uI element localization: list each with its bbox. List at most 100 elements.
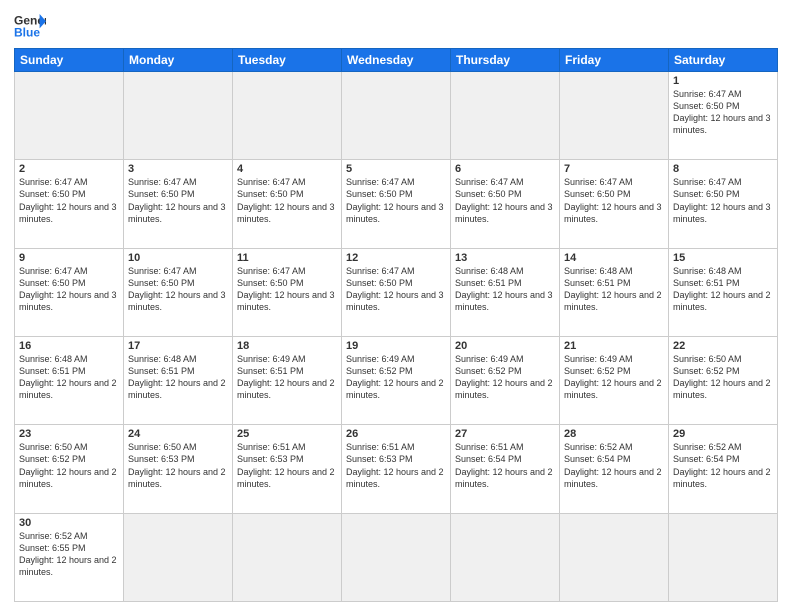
day-number: 24 — [128, 428, 228, 440]
day-info: Sunrise: 6:52 AMSunset: 6:55 PMDaylight:… — [19, 530, 119, 579]
weekday-header-tuesday: Tuesday — [233, 49, 342, 72]
calendar-week-5: 23Sunrise: 6:50 AMSunset: 6:52 PMDayligh… — [15, 425, 778, 513]
calendar-day: 10Sunrise: 6:47 AMSunset: 6:50 PMDayligh… — [124, 248, 233, 336]
day-info: Sunrise: 6:48 AMSunset: 6:51 PMDaylight:… — [564, 265, 664, 314]
logo-icon: General Blue — [14, 10, 46, 42]
calendar-day: 4Sunrise: 6:47 AMSunset: 6:50 PMDaylight… — [233, 160, 342, 248]
day-info: Sunrise: 6:51 AMSunset: 6:53 PMDaylight:… — [346, 441, 446, 490]
day-info: Sunrise: 6:48 AMSunset: 6:51 PMDaylight:… — [19, 353, 119, 402]
weekday-header-row: SundayMondayTuesdayWednesdayThursdayFrid… — [15, 49, 778, 72]
calendar-day: 2Sunrise: 6:47 AMSunset: 6:50 PMDaylight… — [15, 160, 124, 248]
day-info: Sunrise: 6:47 AMSunset: 6:50 PMDaylight:… — [564, 176, 664, 225]
calendar-day: 12Sunrise: 6:47 AMSunset: 6:50 PMDayligh… — [342, 248, 451, 336]
day-info: Sunrise: 6:50 AMSunset: 6:52 PMDaylight:… — [19, 441, 119, 490]
day-number: 9 — [19, 252, 119, 264]
calendar-day: 13Sunrise: 6:48 AMSunset: 6:51 PMDayligh… — [451, 248, 560, 336]
day-info: Sunrise: 6:47 AMSunset: 6:50 PMDaylight:… — [128, 265, 228, 314]
calendar-week-1: 1Sunrise: 6:47 AMSunset: 6:50 PMDaylight… — [15, 72, 778, 160]
day-info: Sunrise: 6:48 AMSunset: 6:51 PMDaylight:… — [455, 265, 555, 314]
day-number: 12 — [346, 252, 446, 264]
calendar-day: 21Sunrise: 6:49 AMSunset: 6:52 PMDayligh… — [560, 336, 669, 424]
calendar-day — [451, 72, 560, 160]
calendar-day: 6Sunrise: 6:47 AMSunset: 6:50 PMDaylight… — [451, 160, 560, 248]
day-number: 13 — [455, 252, 555, 264]
calendar-day — [15, 72, 124, 160]
calendar-week-4: 16Sunrise: 6:48 AMSunset: 6:51 PMDayligh… — [15, 336, 778, 424]
calendar-day — [233, 72, 342, 160]
day-info: Sunrise: 6:47 AMSunset: 6:50 PMDaylight:… — [673, 176, 773, 225]
day-info: Sunrise: 6:51 AMSunset: 6:53 PMDaylight:… — [237, 441, 337, 490]
day-number: 20 — [455, 340, 555, 352]
calendar-day: 29Sunrise: 6:52 AMSunset: 6:54 PMDayligh… — [669, 425, 778, 513]
day-number: 8 — [673, 163, 773, 175]
calendar-day: 9Sunrise: 6:47 AMSunset: 6:50 PMDaylight… — [15, 248, 124, 336]
calendar-day: 25Sunrise: 6:51 AMSunset: 6:53 PMDayligh… — [233, 425, 342, 513]
calendar-day: 8Sunrise: 6:47 AMSunset: 6:50 PMDaylight… — [669, 160, 778, 248]
logo: General Blue — [14, 10, 46, 42]
day-number: 14 — [564, 252, 664, 264]
calendar-week-2: 2Sunrise: 6:47 AMSunset: 6:50 PMDaylight… — [15, 160, 778, 248]
day-info: Sunrise: 6:47 AMSunset: 6:50 PMDaylight:… — [237, 265, 337, 314]
calendar-day: 22Sunrise: 6:50 AMSunset: 6:52 PMDayligh… — [669, 336, 778, 424]
header: General Blue — [14, 10, 778, 42]
day-number: 5 — [346, 163, 446, 175]
day-info: Sunrise: 6:48 AMSunset: 6:51 PMDaylight:… — [128, 353, 228, 402]
day-number: 26 — [346, 428, 446, 440]
calendar-day: 11Sunrise: 6:47 AMSunset: 6:50 PMDayligh… — [233, 248, 342, 336]
calendar-day: 19Sunrise: 6:49 AMSunset: 6:52 PMDayligh… — [342, 336, 451, 424]
weekday-header-friday: Friday — [560, 49, 669, 72]
day-info: Sunrise: 6:47 AMSunset: 6:50 PMDaylight:… — [346, 176, 446, 225]
calendar-day — [451, 513, 560, 601]
day-number: 15 — [673, 252, 773, 264]
calendar-table: SundayMondayTuesdayWednesdayThursdayFrid… — [14, 48, 778, 602]
day-info: Sunrise: 6:47 AMSunset: 6:50 PMDaylight:… — [673, 88, 773, 137]
day-number: 2 — [19, 163, 119, 175]
day-info: Sunrise: 6:47 AMSunset: 6:50 PMDaylight:… — [128, 176, 228, 225]
weekday-header-saturday: Saturday — [669, 49, 778, 72]
day-number: 22 — [673, 340, 773, 352]
calendar-day: 28Sunrise: 6:52 AMSunset: 6:54 PMDayligh… — [560, 425, 669, 513]
day-info: Sunrise: 6:52 AMSunset: 6:54 PMDaylight:… — [564, 441, 664, 490]
calendar-day: 26Sunrise: 6:51 AMSunset: 6:53 PMDayligh… — [342, 425, 451, 513]
day-number: 10 — [128, 252, 228, 264]
day-info: Sunrise: 6:47 AMSunset: 6:50 PMDaylight:… — [455, 176, 555, 225]
calendar-day — [560, 72, 669, 160]
calendar-day: 17Sunrise: 6:48 AMSunset: 6:51 PMDayligh… — [124, 336, 233, 424]
day-info: Sunrise: 6:48 AMSunset: 6:51 PMDaylight:… — [673, 265, 773, 314]
calendar-week-6: 30Sunrise: 6:52 AMSunset: 6:55 PMDayligh… — [15, 513, 778, 601]
calendar-day: 7Sunrise: 6:47 AMSunset: 6:50 PMDaylight… — [560, 160, 669, 248]
svg-text:Blue: Blue — [14, 25, 40, 39]
day-number: 30 — [19, 517, 119, 529]
weekday-header-wednesday: Wednesday — [342, 49, 451, 72]
day-number: 23 — [19, 428, 119, 440]
calendar-day — [560, 513, 669, 601]
day-number: 21 — [564, 340, 664, 352]
calendar-week-3: 9Sunrise: 6:47 AMSunset: 6:50 PMDaylight… — [15, 248, 778, 336]
calendar-day: 3Sunrise: 6:47 AMSunset: 6:50 PMDaylight… — [124, 160, 233, 248]
calendar-day — [342, 513, 451, 601]
day-info: Sunrise: 6:52 AMSunset: 6:54 PMDaylight:… — [673, 441, 773, 490]
day-info: Sunrise: 6:49 AMSunset: 6:51 PMDaylight:… — [237, 353, 337, 402]
day-info: Sunrise: 6:50 AMSunset: 6:53 PMDaylight:… — [128, 441, 228, 490]
calendar-day — [669, 513, 778, 601]
day-info: Sunrise: 6:47 AMSunset: 6:50 PMDaylight:… — [19, 176, 119, 225]
day-info: Sunrise: 6:49 AMSunset: 6:52 PMDaylight:… — [564, 353, 664, 402]
calendar-day — [342, 72, 451, 160]
day-number: 25 — [237, 428, 337, 440]
day-number: 4 — [237, 163, 337, 175]
day-number: 16 — [19, 340, 119, 352]
calendar-day — [124, 72, 233, 160]
day-number: 3 — [128, 163, 228, 175]
day-number: 29 — [673, 428, 773, 440]
calendar-day — [233, 513, 342, 601]
calendar-day: 5Sunrise: 6:47 AMSunset: 6:50 PMDaylight… — [342, 160, 451, 248]
day-info: Sunrise: 6:49 AMSunset: 6:52 PMDaylight:… — [346, 353, 446, 402]
calendar-day: 15Sunrise: 6:48 AMSunset: 6:51 PMDayligh… — [669, 248, 778, 336]
day-number: 7 — [564, 163, 664, 175]
day-info: Sunrise: 6:47 AMSunset: 6:50 PMDaylight:… — [19, 265, 119, 314]
calendar-day: 14Sunrise: 6:48 AMSunset: 6:51 PMDayligh… — [560, 248, 669, 336]
calendar-day: 23Sunrise: 6:50 AMSunset: 6:52 PMDayligh… — [15, 425, 124, 513]
calendar-day: 30Sunrise: 6:52 AMSunset: 6:55 PMDayligh… — [15, 513, 124, 601]
calendar-day — [124, 513, 233, 601]
day-number: 17 — [128, 340, 228, 352]
